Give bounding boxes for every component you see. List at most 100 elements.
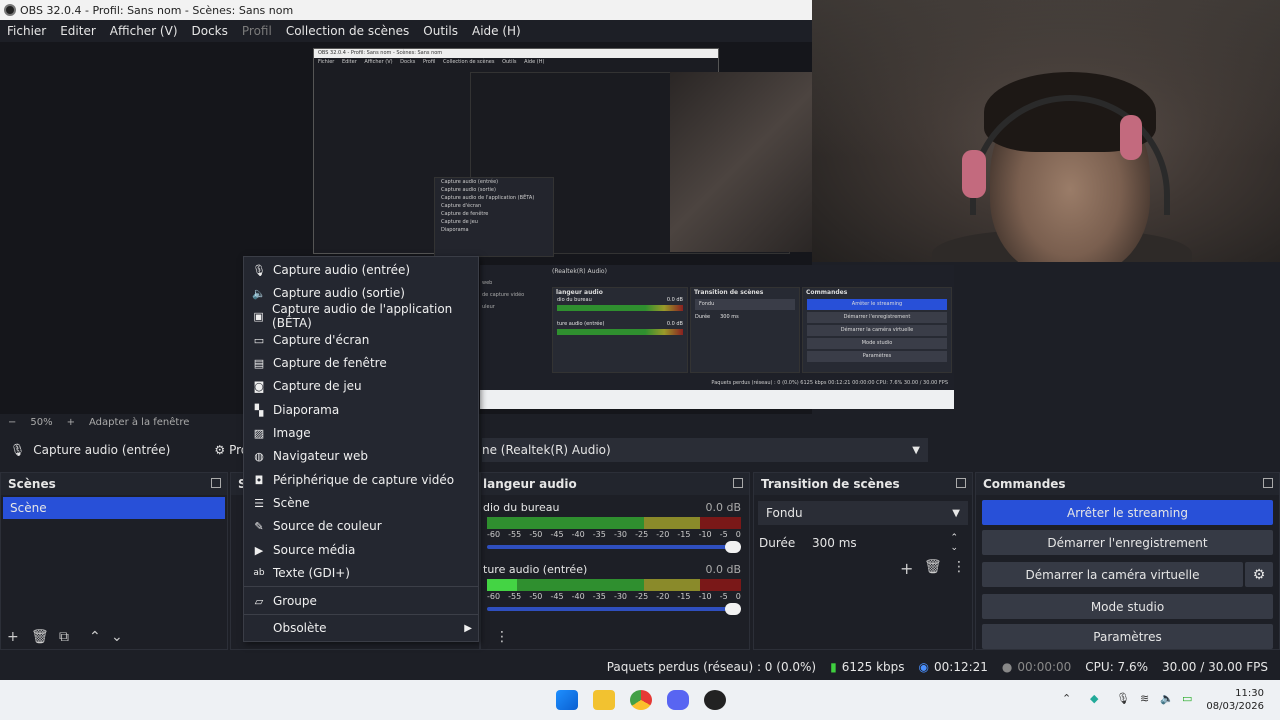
tick: -45 xyxy=(550,592,564,601)
shield-icon[interactable]: ◆ xyxy=(1090,692,1098,705)
more-options-icon[interactable]: ⋮ xyxy=(495,629,509,645)
nested-menu-item: Docks xyxy=(400,59,416,65)
headset-cup-left xyxy=(962,150,986,198)
menu-edit[interactable]: Editer xyxy=(53,24,103,38)
chevron-up-icon[interactable]: ⌃ xyxy=(89,629,101,645)
add-icon[interactable]: + xyxy=(7,629,19,645)
menu-item-image[interactable]: ▨ Image xyxy=(244,422,478,444)
scene-list-item[interactable]: Scène xyxy=(3,497,225,519)
settings-button[interactable]: Paramètres xyxy=(982,624,1273,649)
nested-control-btn: Démarrer l'enregistrement xyxy=(807,312,947,323)
tick: -50 xyxy=(529,530,543,539)
device-select[interactable]: ne (Realtek(R) Audio) ▼ xyxy=(482,438,928,462)
menu-item-audio-input[interactable]: 🎙 Capture audio (entrée) xyxy=(244,259,478,281)
nested-webcam xyxy=(670,72,812,252)
chevron-down-icon[interactable]: ⌄ xyxy=(111,629,123,645)
folder-icon: ▱ xyxy=(254,594,264,608)
tick: -20 xyxy=(656,592,670,601)
file-explorer-icon[interactable] xyxy=(593,690,615,710)
add-icon[interactable]: + xyxy=(900,559,913,578)
menu-item-video-capture[interactable]: ◘ Périphérique de capture vidéo xyxy=(244,469,478,491)
stepper-icon[interactable]: ⌃ ⌄ xyxy=(950,533,958,553)
stop-streaming-button[interactable]: Arrêter le streaming xyxy=(982,500,1273,525)
more-options-icon[interactable]: ⋮ xyxy=(952,559,966,575)
menu-item-window-capture[interactable]: ▤ Capture de fenêtre xyxy=(244,352,478,374)
menu-item-audio-output[interactable]: 🔈 Capture audio (sortie) xyxy=(244,282,478,304)
menu-file[interactable]: Fichier xyxy=(0,24,53,38)
tick: -40 xyxy=(571,530,585,539)
undock-icon[interactable] xyxy=(956,478,966,488)
undock-icon[interactable] xyxy=(733,478,743,488)
undock-icon[interactable] xyxy=(211,478,221,488)
brush-icon: ✎ xyxy=(254,519,264,533)
windows-start-icon[interactable] xyxy=(556,690,578,710)
studio-mode-button[interactable]: Mode studio xyxy=(982,594,1273,619)
zoom-in-icon[interactable]: + xyxy=(67,417,75,428)
signal-bars-icon: ▮ xyxy=(830,660,837,674)
wifi-icon[interactable]: ≋ xyxy=(1140,692,1149,705)
zoom-level[interactable]: 50% xyxy=(30,417,52,428)
undock-icon[interactable] xyxy=(1263,478,1273,488)
start-recording-button[interactable]: Démarrer l'enregistrement xyxy=(982,530,1273,555)
nested-menu-entry: Capture audio (sortie) xyxy=(441,187,496,193)
duration-row: Durée 300 ms ⌃ ⌄ xyxy=(754,531,972,555)
nested-controls-title: Commandes xyxy=(806,289,848,296)
gear-icon[interactable]: ⚙ xyxy=(1245,562,1273,587)
nested-menu-entry: Capture de fenêtre xyxy=(441,211,489,217)
gear-icon[interactable]: ⚙ xyxy=(214,443,225,457)
nested-menu-item: Collection de scènes xyxy=(443,59,495,65)
transition-type: Fondu xyxy=(766,506,803,520)
nested-mixer-title: langeur audio xyxy=(556,289,603,296)
nested-partial-label: de capture vidéo xyxy=(482,292,525,298)
menu-item-color-source[interactable]: ✎ Source de couleur xyxy=(244,515,478,537)
duration-input[interactable]: 300 ms ⌃ ⌄ xyxy=(804,531,964,555)
nested-menu-item: Editer xyxy=(341,59,357,65)
discord-icon[interactable] xyxy=(667,690,689,710)
menu-view[interactable]: Afficher (V) xyxy=(103,24,185,38)
nested-control-btn: Mode studio xyxy=(807,338,947,349)
menu-tools[interactable]: Outils xyxy=(416,24,465,38)
menu-item-slideshow[interactable]: ▚ Diaporama xyxy=(244,399,478,421)
zoom-fit[interactable]: Adapter à la fenêtre xyxy=(89,417,189,428)
trash-icon[interactable]: 🗑 xyxy=(31,629,49,645)
chrome-icon[interactable] xyxy=(630,690,652,710)
volume-slider[interactable] xyxy=(487,541,741,553)
menu-profile[interactable]: Profil xyxy=(235,24,279,38)
volume-icon[interactable]: 🔈 xyxy=(1160,692,1174,705)
obs-taskbar-icon[interactable] xyxy=(704,690,726,710)
menu-item-scene[interactable]: ☰ Scène xyxy=(244,492,478,514)
nested-control-btn: Arrêter le streaming xyxy=(807,299,947,310)
battery-icon[interactable]: ▭ xyxy=(1182,692,1192,705)
nested-menu-item: Outils xyxy=(502,59,517,65)
menu-item-app-audio[interactable]: ▣ Capture audio de l'application (BÊTA) xyxy=(244,302,478,330)
start-virtual-camera-button[interactable]: Démarrer la caméra virtuelle xyxy=(982,562,1243,587)
nested-transition-title: Transition de scènes xyxy=(694,289,764,296)
menu-item-game-capture[interactable]: ◙ Capture de jeu xyxy=(244,375,478,397)
menu-item-browser[interactable]: ◍ Navigateur web xyxy=(244,445,478,467)
menu-bar: Fichier Editer Afficher (V) Docks Profil… xyxy=(0,20,812,42)
menu-help[interactable]: Aide (H) xyxy=(465,24,528,38)
menu-item-label: Scène xyxy=(273,496,310,510)
zoom-out-icon[interactable]: − xyxy=(8,417,16,428)
microphone-icon[interactable]: 🎙 xyxy=(1116,692,1130,705)
menu-item-group[interactable]: ▱ Groupe xyxy=(244,590,478,612)
stream-time-group: ◉ 00:12:21 xyxy=(919,660,988,674)
menu-item-text[interactable]: ab Texte (GDI+) xyxy=(244,562,478,584)
menu-docks[interactable]: Docks xyxy=(185,24,235,38)
tick: -5 xyxy=(719,592,728,601)
nested-menu-item: Afficher (V) xyxy=(364,59,393,65)
transition-select[interactable]: Fondu ▼ xyxy=(758,501,968,525)
menu-scene-collection[interactable]: Collection de scènes xyxy=(279,24,416,38)
zoom-bar: − 50% + Adapter à la fenêtre xyxy=(0,414,240,430)
menu-item-display-capture[interactable]: ▭ Capture d'écran xyxy=(244,329,478,351)
volume-slider[interactable] xyxy=(487,603,741,615)
menu-item-deprecated[interactable]: Obsolète ▶ xyxy=(244,617,478,639)
system-clock[interactable]: 11:30 08/03/2026 xyxy=(1206,687,1264,713)
chevron-up-icon[interactable]: ⌃ xyxy=(1062,692,1071,705)
menu-item-media-source[interactable]: ▶ Source média xyxy=(244,539,478,561)
mixer-channel: ture audio (entrée) 0.0 dB -60 -55 -50 -45-… xyxy=(481,563,749,615)
mixer-title: langeur audio xyxy=(483,477,577,491)
filter-icon[interactable]: ⧉ xyxy=(59,629,69,645)
obs-logo-icon xyxy=(4,4,16,16)
trash-icon[interactable]: 🗑 xyxy=(924,559,942,575)
